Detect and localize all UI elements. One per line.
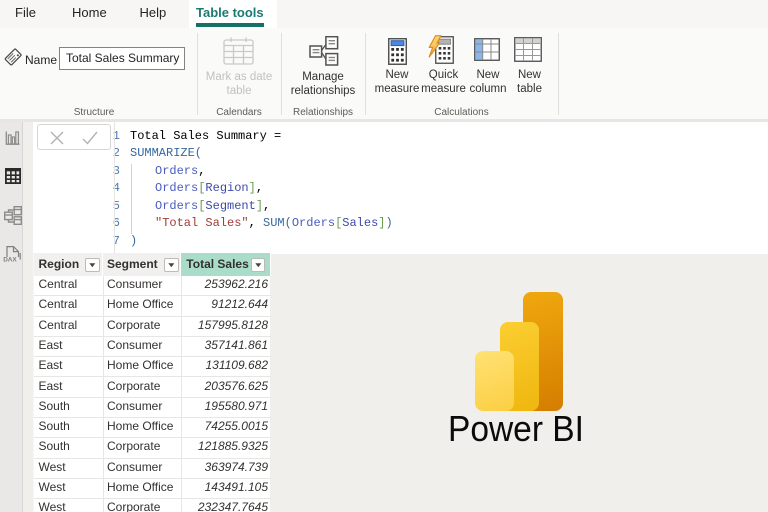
svg-text:DAX: DAX <box>3 256 17 263</box>
